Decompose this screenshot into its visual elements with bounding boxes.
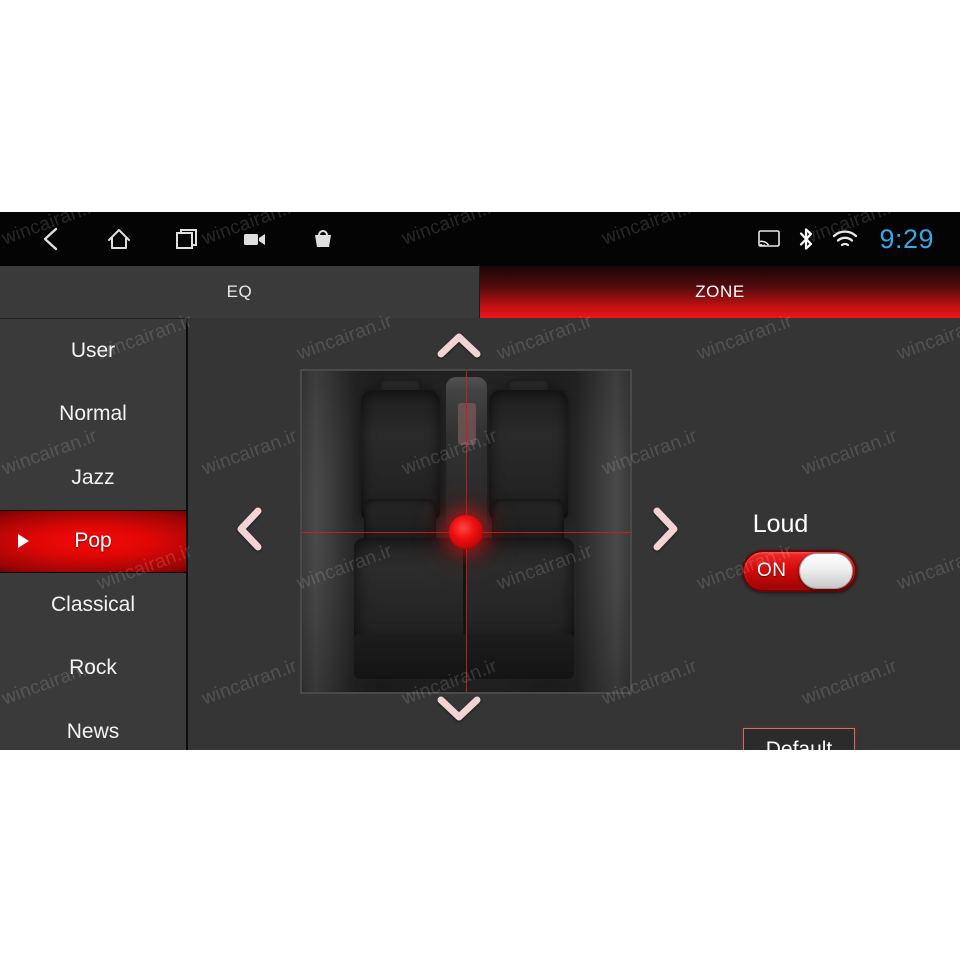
sidebar-item-label: Classical xyxy=(50,592,136,616)
selected-triangle-icon xyxy=(18,534,29,549)
tab-eq[interactable]: EQ xyxy=(0,266,480,318)
mode-tab-bar: EQ ZONE xyxy=(0,266,960,318)
car-interior-view[interactable] xyxy=(300,369,632,694)
sidebar-item-label: News xyxy=(66,719,120,743)
zone-up-arrow[interactable] xyxy=(436,330,482,360)
sidebar-item-label: Rock xyxy=(69,656,117,680)
zone-stage: Loud ON Default xyxy=(188,318,960,750)
recents-icon[interactable] xyxy=(172,224,202,254)
loud-label: Loud xyxy=(752,510,809,538)
sidebar-item-pop[interactable]: Pop xyxy=(0,509,186,573)
sidebar-item-label: User xyxy=(70,338,116,362)
sidebar-item-user[interactable]: User xyxy=(0,319,186,383)
sidebar-item-classical[interactable]: Classical xyxy=(0,573,186,637)
sidebar-item-label: Pop xyxy=(74,529,112,553)
bluetooth-icon[interactable] xyxy=(797,227,815,251)
home-icon[interactable] xyxy=(104,224,134,254)
sidebar-item-label: Jazz xyxy=(71,465,115,489)
car-head-unit-screen: 9:29 EQ ZONE User Normal Jazz Pop Classi… xyxy=(0,212,960,750)
video-camera-icon[interactable] xyxy=(240,224,270,254)
loud-toggle[interactable]: ON xyxy=(742,550,857,592)
wifi-icon[interactable] xyxy=(832,229,858,249)
default-button[interactable]: Default xyxy=(743,728,855,750)
status-indicator-group: 9:29 xyxy=(758,224,934,255)
sound-focus-dot[interactable] xyxy=(449,514,483,549)
cast-icon[interactable] xyxy=(758,230,781,248)
android-status-bar: 9:29 xyxy=(0,212,960,266)
rear-bench-seat xyxy=(354,537,575,644)
back-icon[interactable] xyxy=(36,224,66,254)
loud-toggle-state-label: ON xyxy=(757,560,787,581)
tab-zone[interactable]: ZONE xyxy=(480,266,960,318)
loud-toggle-knob[interactable] xyxy=(799,553,853,589)
sidebar-item-normal[interactable]: Normal xyxy=(0,383,186,447)
navigation-icon-group xyxy=(36,224,338,254)
sidebar-item-jazz[interactable]: Jazz xyxy=(0,446,186,510)
zone-down-arrow[interactable] xyxy=(436,693,482,723)
zone-left-arrow[interactable] xyxy=(234,506,264,552)
eq-preset-list: User Normal Jazz Pop Classical Rock News xyxy=(0,318,188,750)
zone-panel: User Normal Jazz Pop Classical Rock News… xyxy=(0,318,960,750)
status-clock: 9:29 xyxy=(879,223,934,254)
sidebar-item-label: Normal xyxy=(59,402,127,426)
sidebar-item-news[interactable]: News xyxy=(0,700,186,750)
shopping-bag-icon[interactable] xyxy=(308,224,338,254)
rear-bench-pad xyxy=(354,634,575,680)
screenshot-canvas: 9:29 EQ ZONE User Normal Jazz Pop Classi… xyxy=(0,0,960,960)
sidebar-item-rock[interactable]: Rock xyxy=(0,637,186,701)
